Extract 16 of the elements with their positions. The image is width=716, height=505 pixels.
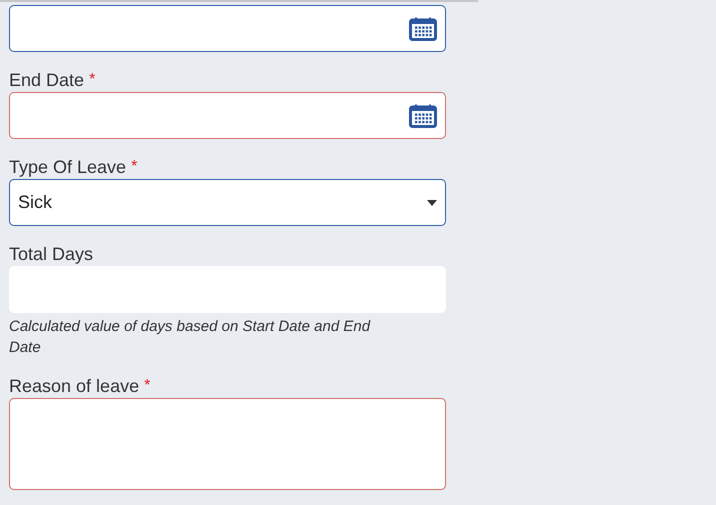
- help-text: Calculated value of days based on Start Date and End Date: [9, 317, 372, 358]
- field-label: Reason of leave: [9, 375, 140, 398]
- field-label: End Date: [9, 69, 84, 92]
- caret-icon: [427, 200, 437, 206]
- required-mark: *: [89, 70, 96, 90]
- field-label: Type Of Leave: [9, 156, 126, 179]
- dropdown-value: Sick: [18, 192, 52, 213]
- date-field[interactable]: [9, 5, 446, 52]
- leave-type-dropdown[interactable]: Sick: [9, 179, 446, 226]
- field-label: Total Days: [9, 243, 94, 266]
- required-mark: *: [131, 157, 138, 177]
- reason-textarea[interactable]: [9, 398, 446, 490]
- calendar-icon[interactable]: [409, 104, 437, 128]
- date-field[interactable]: [9, 92, 446, 139]
- required-mark: *: [144, 376, 150, 396]
- calendar-icon[interactable]: [409, 16, 437, 40]
